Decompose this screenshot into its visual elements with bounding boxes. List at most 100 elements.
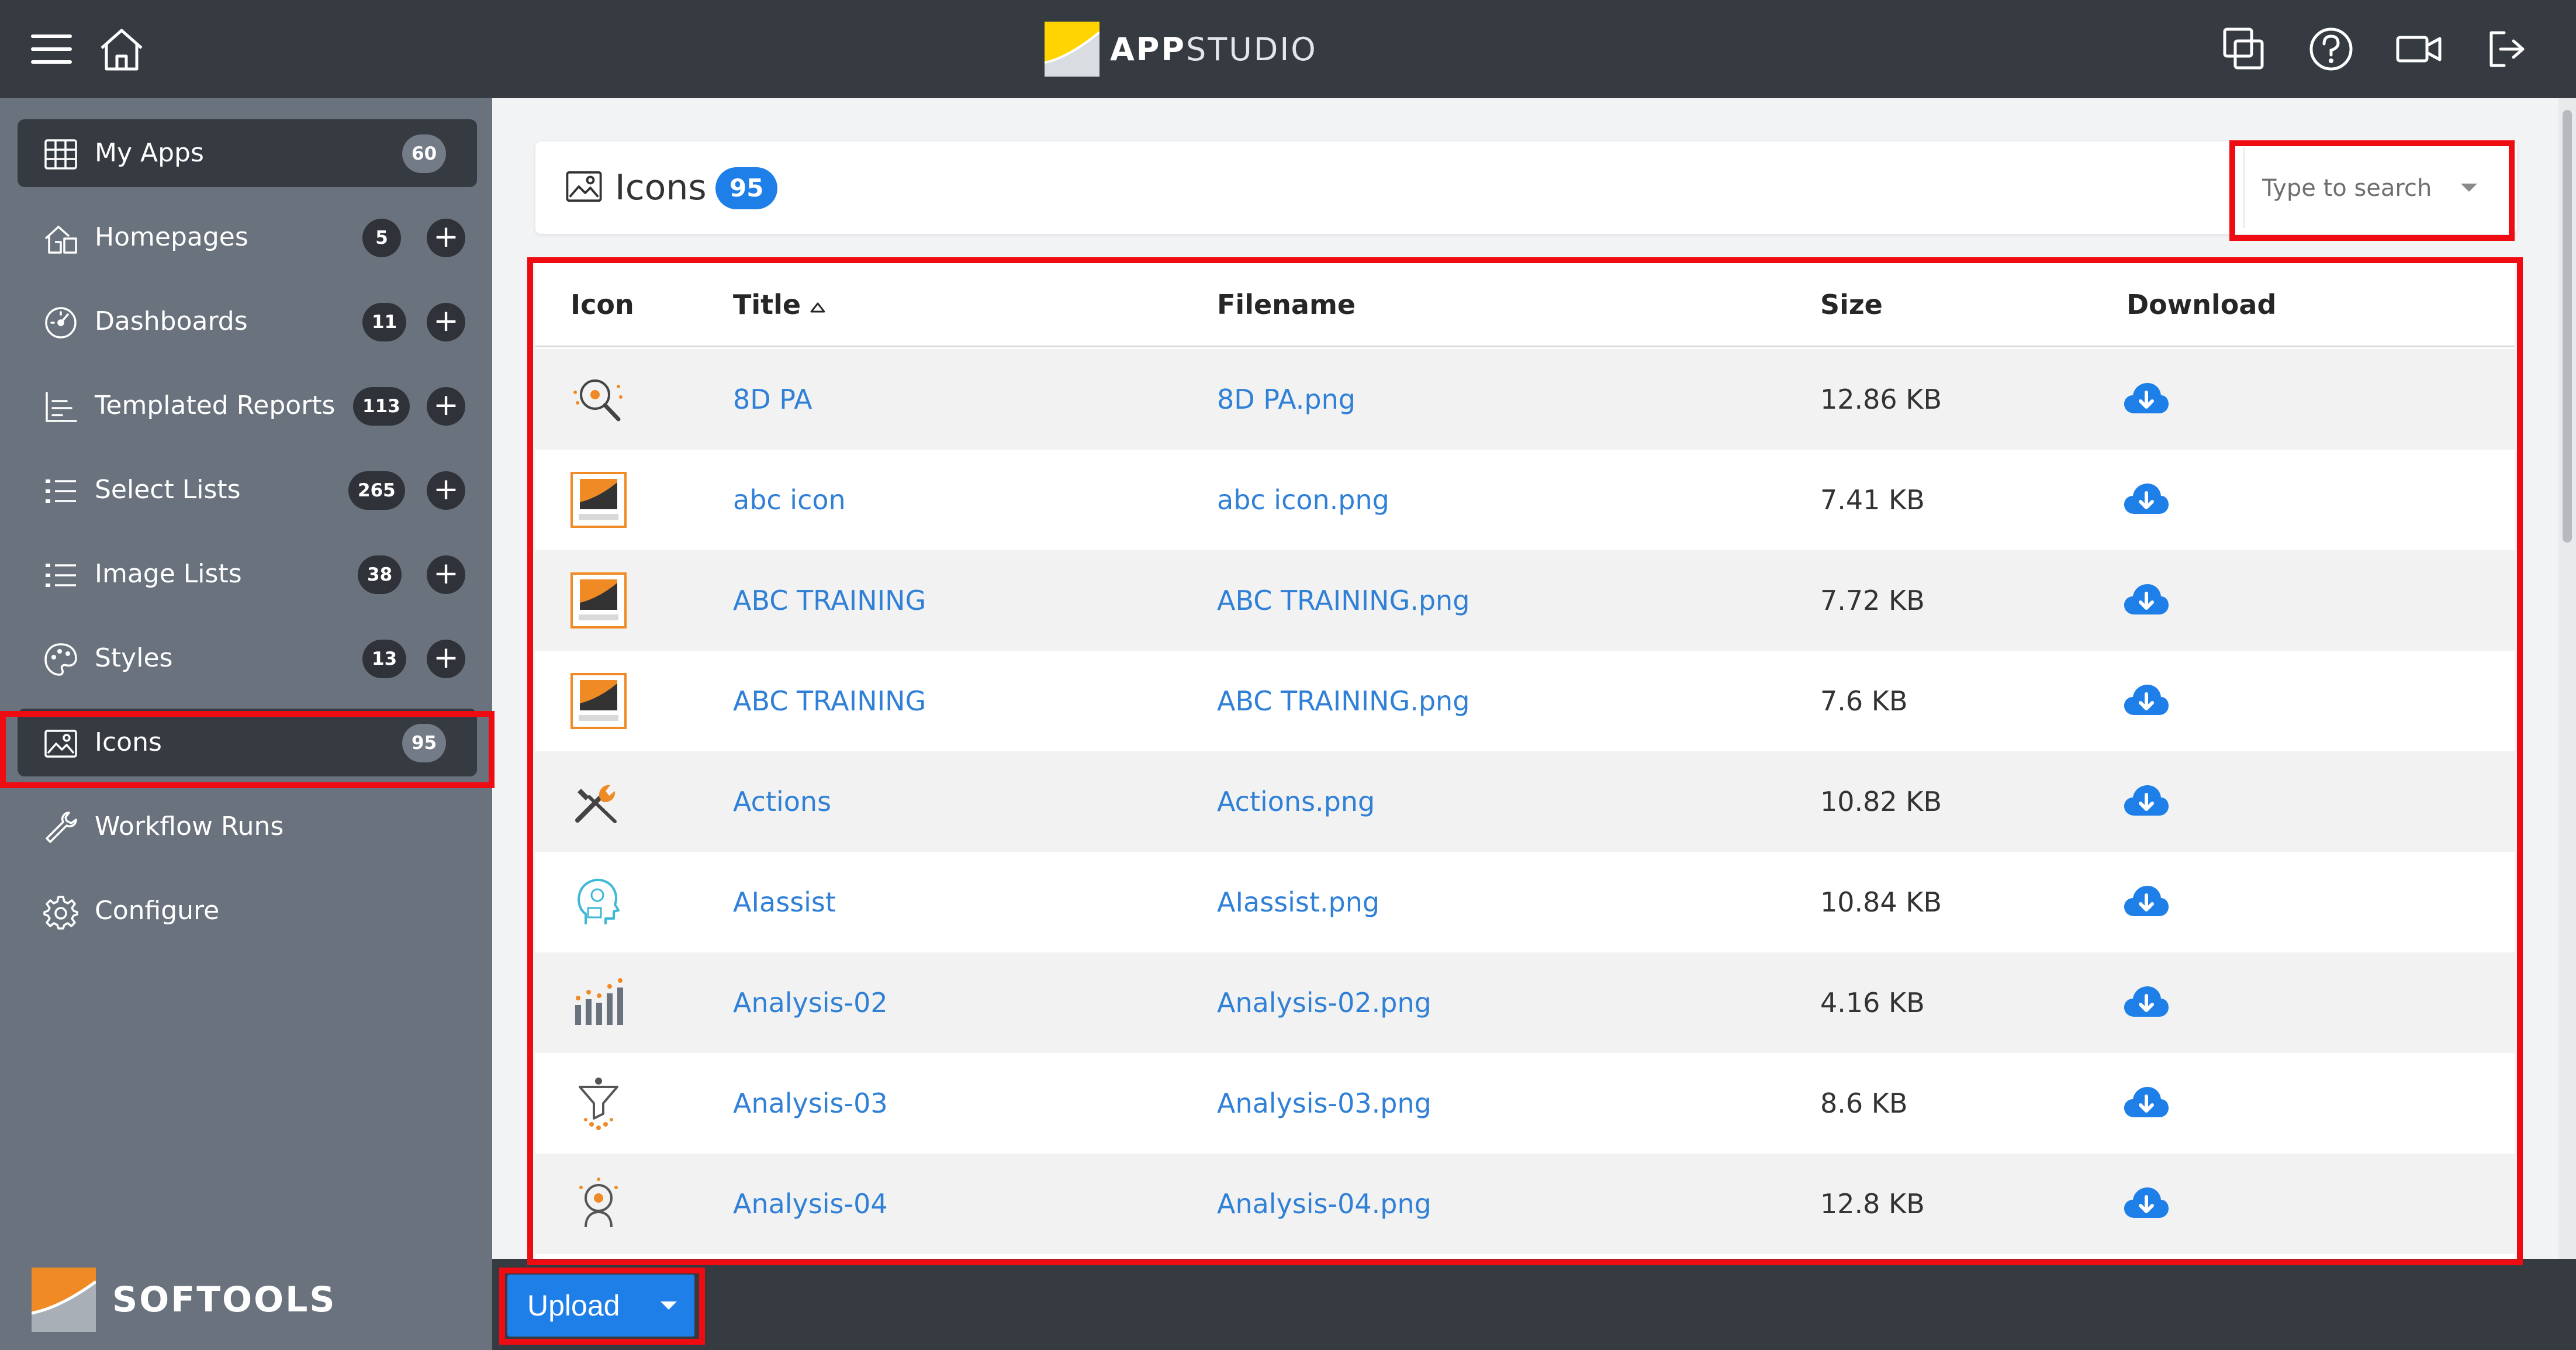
cloud-download-icon[interactable] bbox=[2123, 1184, 2170, 1221]
softools-logo-text: SOFTOOLS bbox=[112, 1279, 337, 1320]
icon-title-link[interactable]: Actions bbox=[733, 751, 831, 852]
sidebar-item-my-apps[interactable]: My Apps 60 bbox=[18, 119, 477, 187]
icon-filename-link[interactable]: 8D PA.png bbox=[1217, 349, 1356, 450]
table-row[interactable]: Analysis-03 Analysis-03.png 8.6 KB bbox=[535, 1053, 2515, 1154]
icon-size: 7.41 KB bbox=[1820, 484, 1925, 516]
sidebar-item-homepages[interactable]: Homepages 5 + bbox=[18, 203, 477, 271]
sidebar-item-dashboards[interactable]: Dashboards 11 + bbox=[18, 288, 477, 355]
count-badge: 113 bbox=[353, 387, 410, 426]
sidebar-item-styles[interactable]: Styles 13 + bbox=[18, 624, 477, 692]
icon-title-link[interactable]: ABC TRAINING bbox=[733, 651, 926, 751]
icon-title-link[interactable]: Analysis-04 bbox=[733, 1154, 888, 1254]
icon-filename-link[interactable]: Actions.png bbox=[1217, 751, 1375, 852]
search-select[interactable] bbox=[2243, 147, 2501, 228]
magnifier-icon bbox=[568, 369, 629, 430]
palette-icon bbox=[43, 642, 78, 677]
cloud-download-icon[interactable] bbox=[2123, 882, 2170, 920]
sidebar-item-icons[interactable]: Icons 95 bbox=[18, 709, 477, 776]
homepage-icon bbox=[43, 221, 78, 256]
table-row[interactable]: abc icon abc icon.png 7.41 KB bbox=[535, 450, 2515, 550]
add-style-button[interactable]: + bbox=[427, 640, 465, 678]
dashboard-icon bbox=[43, 305, 78, 340]
add-select-list-button[interactable]: + bbox=[427, 471, 465, 510]
ai-head-icon bbox=[568, 872, 629, 933]
icon-title-link[interactable]: Analysis-03 bbox=[733, 1053, 888, 1154]
table-row[interactable]: AIassist AIassist.png 10.84 KB bbox=[535, 852, 2515, 952]
cloud-download-icon[interactable] bbox=[2123, 782, 2170, 819]
column-header-filename[interactable]: Filename bbox=[1217, 262, 1356, 347]
sidebar-item-label: Homepages bbox=[95, 222, 248, 252]
column-header-title[interactable]: Title bbox=[733, 262, 828, 347]
help-icon[interactable] bbox=[2307, 25, 2356, 74]
icon-size: 10.84 KB bbox=[1820, 886, 1942, 918]
cloud-download-icon[interactable] bbox=[2123, 379, 2170, 417]
icon-filename-link[interactable]: Analysis-03.png bbox=[1217, 1053, 1432, 1154]
add-templated-report-button[interactable]: + bbox=[427, 387, 465, 426]
icon-filename-link[interactable]: abc icon.png bbox=[1217, 450, 1389, 550]
search-input[interactable] bbox=[2262, 171, 2449, 206]
icon-title-link[interactable]: abc icon bbox=[733, 450, 846, 550]
column-header-download: Download bbox=[2127, 289, 2277, 320]
icon-filename-link[interactable]: Analysis-04.png bbox=[1217, 1154, 1432, 1254]
column-header-icon: Icon bbox=[570, 289, 634, 320]
table-row[interactable]: ABC TRAINING ABC TRAINING.png 7.72 KB bbox=[535, 550, 2515, 651]
upload-button-label: Upload bbox=[527, 1289, 620, 1322]
icon-size: 8.6 KB bbox=[1820, 1087, 1908, 1119]
sidebar-item-label: Dashboards bbox=[95, 306, 248, 336]
icon-title-link[interactable]: 8D PA bbox=[733, 349, 812, 450]
logout-icon[interactable] bbox=[2483, 25, 2532, 74]
add-dashboard-button[interactable]: + bbox=[427, 303, 465, 341]
scrollbar[interactable] bbox=[2558, 98, 2576, 1259]
table-row[interactable]: Analysis-02 Analysis-02.png 4.16 KB bbox=[535, 952, 2515, 1053]
chevron-down-icon[interactable] bbox=[661, 1301, 677, 1310]
table-row[interactable]: Analysis-04 Analysis-04.png 12.8 KB bbox=[535, 1154, 2515, 1254]
gear-icon bbox=[43, 895, 78, 930]
page-count-badge: 95 bbox=[715, 167, 778, 209]
add-homepage-button[interactable]: + bbox=[427, 219, 465, 257]
bottom-bar bbox=[492, 1259, 2576, 1350]
sort-ascending-icon bbox=[810, 302, 825, 312]
sidebar-item-select-lists[interactable]: Select Lists 265 + bbox=[18, 456, 477, 524]
icon-title-link[interactable]: ABC TRAINING bbox=[733, 550, 926, 651]
sidebar-item-image-lists[interactable]: Image Lists 38 + bbox=[18, 540, 477, 608]
count-badge: 60 bbox=[402, 134, 447, 173]
windows-icon[interactable] bbox=[2219, 25, 2268, 74]
appstudio-logo-icon bbox=[1045, 22, 1099, 77]
image-icon bbox=[43, 726, 78, 761]
table-row[interactable]: Actions Actions.png 10.82 KB bbox=[535, 751, 2515, 852]
cloud-download-icon[interactable] bbox=[2123, 480, 2170, 517]
column-header-size[interactable]: Size bbox=[1820, 262, 1883, 347]
scrollbar-thumb[interactable] bbox=[2563, 110, 2572, 543]
home-icon[interactable] bbox=[97, 25, 146, 74]
cloud-download-icon[interactable] bbox=[2123, 581, 2170, 618]
count-badge: 11 bbox=[362, 303, 407, 341]
sidebar-item-label: Select Lists bbox=[95, 475, 241, 505]
icon-size: 12.86 KB bbox=[1820, 384, 1942, 415]
cloud-download-icon[interactable] bbox=[2123, 681, 2170, 719]
icon-filename-link[interactable]: AIassist.png bbox=[1217, 852, 1379, 952]
sidebar-item-label: My Apps bbox=[95, 138, 204, 168]
add-image-list-button[interactable]: + bbox=[427, 555, 465, 594]
icon-filename-link[interactable]: ABC TRAINING.png bbox=[1217, 550, 1469, 651]
icon-size: 7.6 KB bbox=[1820, 685, 1908, 717]
sidebar-item-templated-reports[interactable]: Templated Reports 113 + bbox=[18, 372, 477, 440]
icon-title-link[interactable]: Analysis-02 bbox=[733, 952, 888, 1053]
table-row[interactable]: 8D PA 8D PA.png 12.86 KB bbox=[535, 349, 2515, 450]
abc-training-logo-icon bbox=[568, 570, 629, 631]
bar-analysis-icon bbox=[568, 972, 629, 1033]
icon-filename-link[interactable]: ABC TRAINING.png bbox=[1217, 651, 1469, 751]
table-row[interactable]: ABC TRAINING ABC TRAINING.png 7.6 KB bbox=[535, 651, 2515, 751]
sidebar-item-configure[interactable]: Configure bbox=[18, 877, 477, 945]
icon-title-link[interactable]: AIassist bbox=[733, 852, 836, 952]
sidebar-item-workflow-runs[interactable]: Workflow Runs bbox=[18, 793, 477, 861]
app-brand[interactable]: APPSTUDIO bbox=[1045, 20, 1318, 78]
cloud-download-icon[interactable] bbox=[2123, 1083, 2170, 1121]
hamburger-menu-icon[interactable] bbox=[27, 25, 76, 74]
cloud-download-icon[interactable] bbox=[2123, 983, 2170, 1020]
upload-button[interactable]: Upload bbox=[507, 1275, 694, 1337]
sidebar-item-label: Icons bbox=[95, 727, 162, 757]
count-badge: 13 bbox=[362, 640, 407, 678]
chevron-down-icon[interactable] bbox=[2461, 184, 2477, 192]
icon-filename-link[interactable]: Analysis-02.png bbox=[1217, 952, 1432, 1053]
video-icon[interactable] bbox=[2394, 25, 2443, 74]
